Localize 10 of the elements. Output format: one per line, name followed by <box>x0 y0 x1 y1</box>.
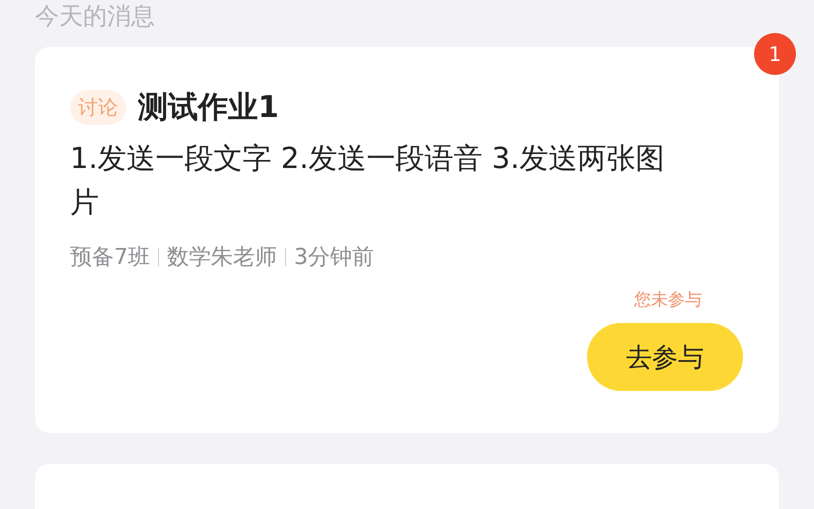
category-tag: 讨论 <box>70 90 126 125</box>
unread-badge: 1 <box>754 33 796 75</box>
join-button[interactable]: 去参与 <box>587 323 743 391</box>
message-title: 测试作业1 <box>138 89 279 127</box>
meta-text: 预备7班 <box>70 244 150 272</box>
status-text: 您未参与 <box>634 289 702 311</box>
section-title: 今天的消息 <box>35 2 155 30</box>
meta-text: 3分钟前 <box>294 244 374 272</box>
meta-text: 数学朱老师 <box>167 244 277 272</box>
message-body: 1.发送一段文字 2.发送一段语音 3.发送两张图片 <box>70 140 666 221</box>
